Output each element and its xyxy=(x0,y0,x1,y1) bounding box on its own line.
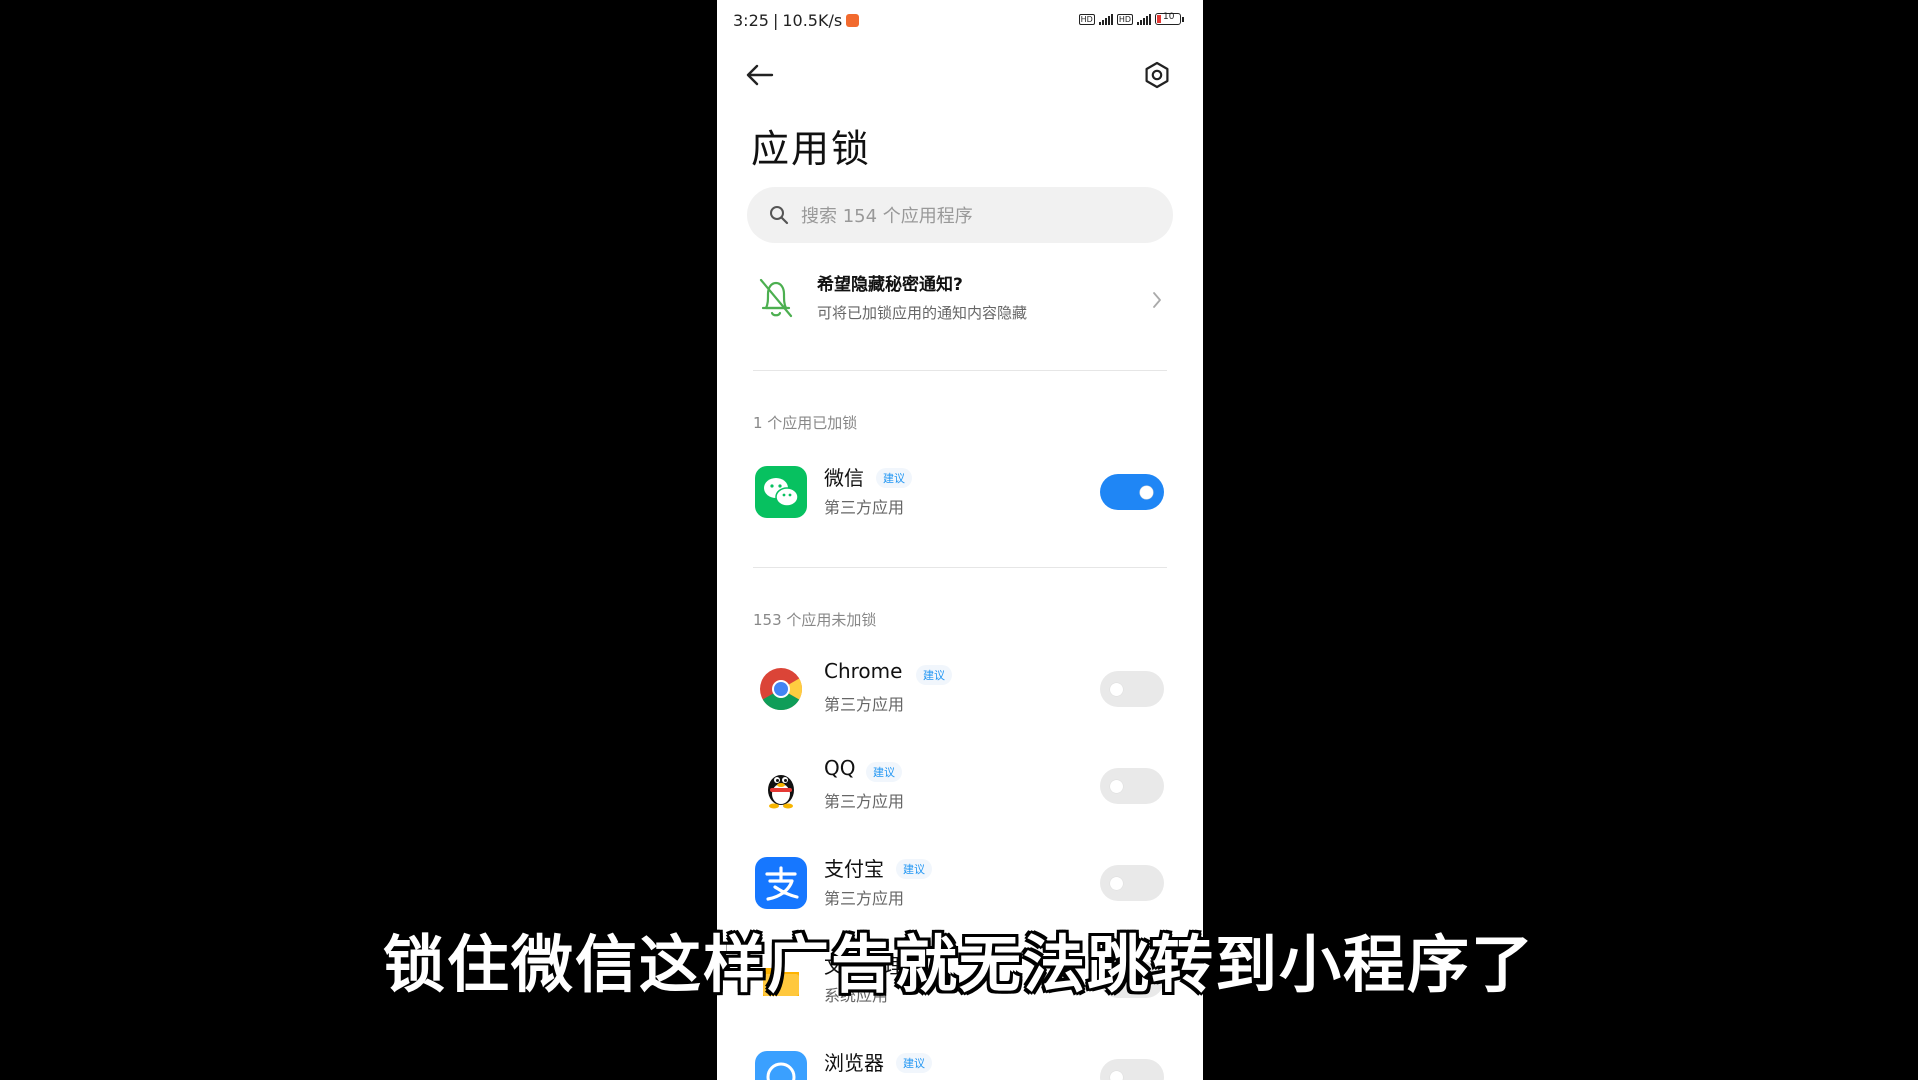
app-name: 浏览器 xyxy=(824,1051,884,1075)
battery-level: 10 xyxy=(1163,12,1175,22)
status-bar: 3:25 | 10.5K/s HD HD 10 xyxy=(717,0,1203,42)
browser-icon xyxy=(755,1051,807,1080)
lock-toggle-browser[interactable] xyxy=(1100,1059,1164,1080)
lock-toggle-alipay[interactable] xyxy=(1100,865,1164,901)
suggested-badge: 建议 xyxy=(876,468,912,488)
gear-icon xyxy=(1145,61,1169,89)
status-right: HD HD 10 xyxy=(1078,12,1184,25)
app-type: 第三方应用 xyxy=(824,889,905,908)
battery-icon: 10 xyxy=(1155,12,1184,25)
screen-record-icon xyxy=(846,14,860,27)
app-type: 第三方应用 xyxy=(824,498,905,517)
locked-section-label: 1 个应用已加锁 xyxy=(753,414,858,432)
search-icon xyxy=(770,206,789,225)
app-row-qq[interactable]: QQ 建议 第三方应用 xyxy=(717,748,1203,828)
divider xyxy=(753,567,1167,568)
banner-subtitle: 可将已加锁应用的通知内容隐藏 xyxy=(817,304,1028,322)
chrome-icon xyxy=(755,663,807,715)
hd-icon-2: HD xyxy=(1116,13,1133,25)
app-row-chrome[interactable]: Chrome 建议 第三方应用 xyxy=(717,651,1203,731)
search-bar[interactable] xyxy=(747,187,1173,243)
wechat-icon xyxy=(755,466,807,518)
app-name: 微信 xyxy=(824,466,864,490)
app-row-wechat[interactable]: 微信 建议 第三方应用 xyxy=(717,454,1203,534)
back-arrow-icon xyxy=(746,64,774,86)
lock-toggle-chrome[interactable] xyxy=(1100,671,1164,707)
video-caption: 锁住微信这样广告就无法跳转到小程序了 xyxy=(382,928,1535,1001)
unlocked-section-label: 153 个应用未加锁 xyxy=(753,611,877,629)
signal-icon-2 xyxy=(1137,13,1151,25)
suggested-badge: 建议 xyxy=(866,762,902,782)
back-button[interactable] xyxy=(745,62,775,88)
video-frame: 3:25 | 10.5K/s HD HD 10 应用锁 搜索 154 个应用程序… xyxy=(0,0,1918,1080)
signal-icon xyxy=(1098,13,1113,25)
qq-penguin-icon xyxy=(755,760,807,812)
search-input[interactable] xyxy=(799,197,1143,235)
bell-off-icon xyxy=(759,278,793,318)
status-time: 3:25 xyxy=(733,11,769,30)
app-name: QQ xyxy=(824,756,856,780)
app-name: Chrome xyxy=(824,659,903,683)
page-title: 应用锁 xyxy=(751,127,872,171)
divider xyxy=(753,370,1167,371)
lock-toggle-qq[interactable] xyxy=(1100,768,1164,804)
app-type: 第三方应用 xyxy=(824,695,905,714)
hide-notifications-banner[interactable]: 希望隐藏秘密通知? 可将已加锁应用的通知内容隐藏 xyxy=(717,262,1203,342)
app-row-browser[interactable]: 浏览器 建议 xyxy=(717,1039,1203,1080)
banner-title: 希望隐藏秘密通知? xyxy=(817,275,963,295)
hd-icon: HD xyxy=(1078,13,1095,25)
app-name: 支付宝 xyxy=(824,857,884,881)
suggested-badge: 建议 xyxy=(916,665,952,685)
suggested-badge: 建议 xyxy=(896,859,932,879)
app-type: 第三方应用 xyxy=(824,792,905,811)
status-left: 3:25 | 10.5K/s xyxy=(733,11,860,30)
lock-toggle-wechat[interactable] xyxy=(1100,474,1164,510)
alipay-icon xyxy=(755,857,807,909)
app-row-alipay[interactable]: 支付宝 建议 第三方应用 xyxy=(717,845,1203,925)
suggested-badge: 建议 xyxy=(896,1053,932,1073)
chevron-right-icon xyxy=(1153,292,1161,308)
settings-button[interactable] xyxy=(1142,60,1172,90)
network-speed: 10.5K/s xyxy=(782,11,843,30)
